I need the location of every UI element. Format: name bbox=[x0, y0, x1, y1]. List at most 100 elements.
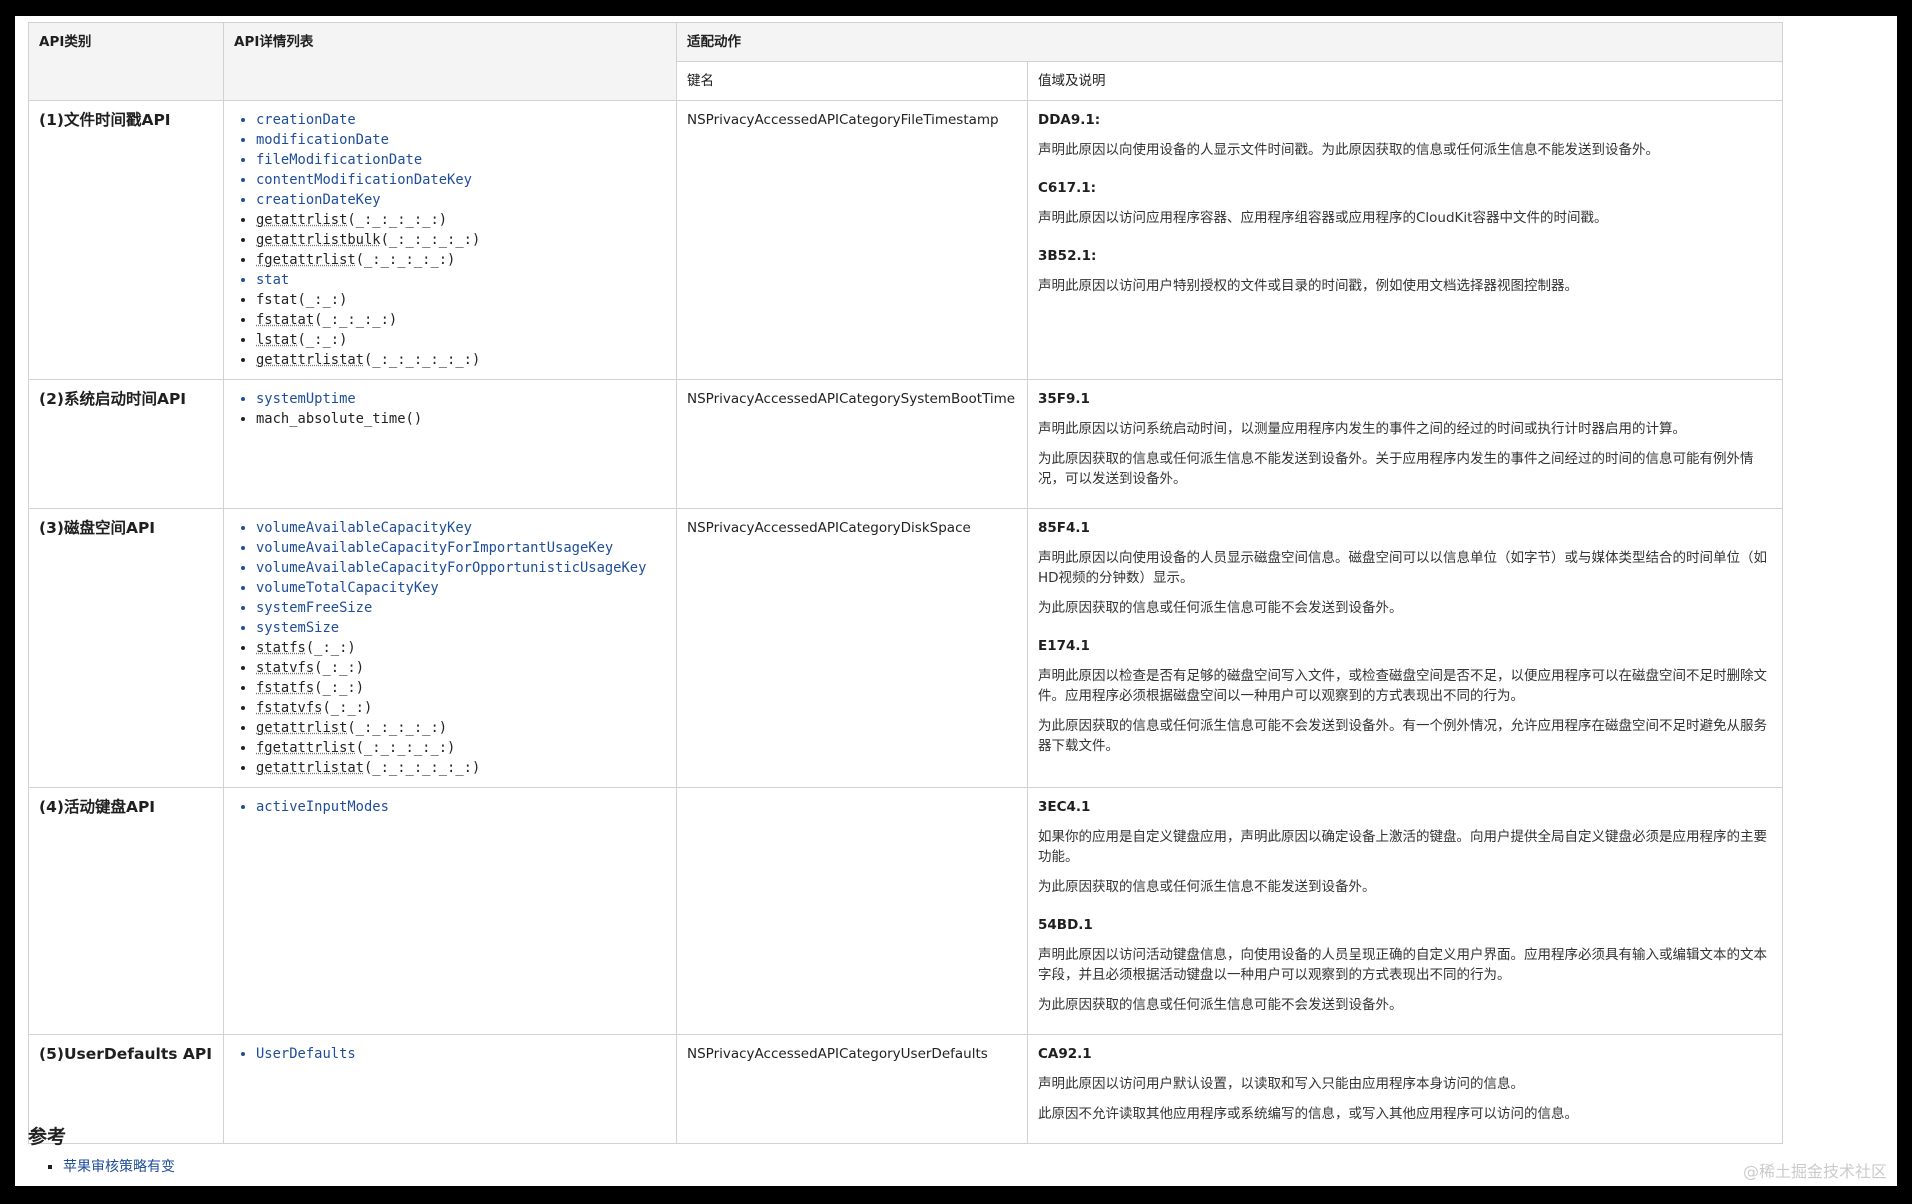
api-signature: (_:_:_:_:_:) bbox=[380, 232, 481, 248]
watermark: @稀土掘金技术社区 bbox=[1742, 1162, 1887, 1181]
reason-description: 声明此原因以访问用户默认设置，以读取和写入只能由应用程序本身访问的信息。 bbox=[1038, 1076, 1524, 1092]
privacy-api-table: API类别 API详情列表 适配动作 键名 值域及说明 (1)文件时间戳APIc… bbox=[28, 22, 1783, 1144]
header-values: 值域及说明 bbox=[1027, 61, 1783, 101]
api-signature: (_:_:_:_:_:) bbox=[347, 720, 448, 736]
table-row: (5)UserDefaults APIUserDefaultsNSPrivacy… bbox=[28, 1034, 1783, 1144]
reason-block: 3B52.1: 声明此原因以访问用户特别授权的文件或目录的时间戳，例如使用文档选择… bbox=[1038, 246, 1772, 296]
api-item[interactable]: modificationDate bbox=[256, 130, 666, 150]
table-row: (1)文件时间戳API creationDate modificationDate f… bbox=[28, 100, 1783, 380]
api-item[interactable]: fstatat(_:_:_:_:) bbox=[256, 310, 666, 330]
api-category-cell: (3)磁盘空间API bbox=[28, 508, 224, 788]
api-signature: (_:_:) bbox=[297, 332, 348, 348]
reason-block: C617.1: 声明此原因以访问应用程序容器、应用程序组容器或应用程序的Cloud… bbox=[1038, 178, 1772, 228]
references-heading: 参考 bbox=[28, 1126, 67, 1148]
reason-block: 3EC4.1 如果你的应用是自定义键盘应用，声明此原因以确定设备上激活的键盘。向用… bbox=[1038, 797, 1772, 897]
reason-code: 3B52.1: bbox=[1038, 248, 1097, 264]
api-item[interactable]: fgetattrlist(_:_:_:_:_:) bbox=[256, 738, 666, 758]
api-signature: (_:_:) bbox=[314, 680, 364, 696]
reason-code: DDA9.1: bbox=[1038, 112, 1101, 128]
api-signature: (_:_:_:_:) bbox=[314, 312, 398, 328]
api-item: mach_absolute_time() bbox=[256, 409, 666, 429]
api-name: mach_absolute_time() bbox=[256, 411, 423, 427]
api-item[interactable]: stat bbox=[256, 270, 666, 290]
api-signature: (_:_:_:_:_:) bbox=[347, 212, 448, 228]
api-item[interactable]: fstatfs(_:_:) bbox=[256, 678, 666, 698]
api-item[interactable]: systemUptime bbox=[256, 389, 666, 409]
api-signature: (_:_:_:_:_:_:) bbox=[363, 760, 481, 776]
api-item[interactable]: activeInputModes bbox=[256, 797, 666, 817]
header-action: 适配动作 bbox=[676, 22, 1783, 62]
reason-block: CA92.1 声明此原因以访问用户默认设置，以读取和写入只能由应用程序本身访问的信… bbox=[1038, 1044, 1772, 1124]
api-item[interactable]: contentModificationDateKey bbox=[256, 170, 666, 190]
api-name: contentModificationDateKey bbox=[256, 172, 472, 188]
reason-block: 54BD.1 声明此原因以访问活动键盘信息，向使用设备的人员呈现正确的自定义用户界… bbox=[1038, 915, 1772, 1015]
reason-block: 35F9.1 声明此原因以访问系统启动时间，以测量应用程序内发生的事件之间的经过的… bbox=[1038, 389, 1772, 489]
header-api-list: API详情列表 bbox=[223, 22, 677, 101]
api-list-cell: creationDate modificationDate fileModifica… bbox=[223, 100, 677, 380]
api-list-cell: systemUptime mach_absolute_time() bbox=[223, 379, 677, 509]
api-item[interactable]: getattrlistat(_:_:_:_:_:_:) bbox=[256, 350, 666, 370]
header-api-category: API类别 bbox=[28, 22, 224, 101]
api-item[interactable]: volumeTotalCapacityKey bbox=[256, 578, 666, 598]
api-list-cell: activeInputModes bbox=[223, 787, 677, 1035]
api-item[interactable]: statfs(_:_:) bbox=[256, 638, 666, 658]
reason-description: 声明此原因以访问活动键盘信息，向使用设备的人员呈现正确的自定义用户界面。应用程序… bbox=[1038, 947, 1767, 983]
reason-description: 声明此原因以访问应用程序容器、应用程序组容器或应用程序的CloudKit容器中文… bbox=[1038, 210, 1608, 226]
key-name-cell: NSPrivacyAccessedAPICategoryUserDefaults bbox=[676, 1034, 1028, 1144]
api-list: activeInputModes bbox=[234, 797, 666, 817]
api-category-cell: (4)活动键盘API bbox=[28, 787, 224, 1035]
api-item[interactable]: fileModificationDate bbox=[256, 150, 666, 170]
api-item[interactable]: systemSize bbox=[256, 618, 666, 638]
api-name: fstatat bbox=[256, 312, 315, 328]
reference-link[interactable]: 苹果审核策略有变 bbox=[63, 1159, 175, 1175]
key-name-cell bbox=[676, 787, 1028, 1035]
api-name: creationDateKey bbox=[256, 192, 381, 208]
api-name: fgetattrlist bbox=[256, 252, 356, 268]
reason-description: 为此原因获取的信息或任何派生信息不能发送到设备外。关于应用程序内发生的事件之间经… bbox=[1038, 451, 1754, 487]
api-item[interactable]: getattrlist(_:_:_:_:_:) bbox=[256, 210, 666, 230]
api-name: fstatvfs bbox=[256, 700, 323, 716]
api-item[interactable]: systemFreeSize bbox=[256, 598, 666, 618]
reason-description: 为此原因获取的信息或任何派生信息可能不会发送到设备外。 bbox=[1038, 997, 1403, 1013]
reason-block: 85F4.1 声明此原因以向使用设备的人员显示磁盘空间信息。磁盘空间可以以信息单位… bbox=[1038, 518, 1772, 618]
api-signature: (_:_:) bbox=[305, 640, 356, 656]
api-name: UserDefaults bbox=[256, 1046, 356, 1062]
reason-description: 如果你的应用是自定义键盘应用，声明此原因以确定设备上激活的键盘。向用户提供全局自… bbox=[1038, 829, 1767, 865]
api-name: creationDate bbox=[256, 112, 356, 128]
api-name: volumeAvailableCapacityForImportantUsage… bbox=[256, 540, 614, 556]
api-item[interactable]: creationDate bbox=[256, 110, 666, 130]
api-item[interactable]: getattrlist(_:_:_:_:_:) bbox=[256, 718, 666, 738]
values-cell: DDA9.1: 声明此原因以向使用设备的人显示文件时间戳。为此原因获取的信息或任何… bbox=[1027, 100, 1783, 380]
values-cell: CA92.1 声明此原因以访问用户默认设置，以读取和写入只能由应用程序本身访问的信… bbox=[1027, 1034, 1783, 1144]
reason-code: 54BD.1 bbox=[1038, 917, 1093, 933]
api-name: volumeAvailableCapacityForOpportunisticU… bbox=[256, 560, 647, 576]
api-item: fstat(_:_:) bbox=[256, 290, 666, 310]
api-name: lstat bbox=[256, 332, 298, 348]
api-list: creationDate modificationDate fileModifica… bbox=[234, 110, 666, 370]
reason-description: 为此原因获取的信息或任何派生信息可能不会发送到设备外。 bbox=[1038, 600, 1403, 616]
api-item[interactable]: getattrlistbulk(_:_:_:_:_:) bbox=[256, 230, 666, 250]
reason-code: 85F4.1 bbox=[1038, 520, 1090, 536]
table-row: (4)活动键盘API activeInputModes 3EC4.1 如果你的应用是自… bbox=[28, 787, 1783, 1035]
api-item[interactable]: statvfs(_:_:) bbox=[256, 658, 666, 678]
reason-description: 此原因不允许读取其他应用程序或系统编写的信息，或写入其他应用程序可以访问的信息。 bbox=[1038, 1106, 1578, 1122]
api-name: systemFreeSize bbox=[256, 600, 373, 616]
api-item[interactable]: getattrlistat(_:_:_:_:_:_:) bbox=[256, 758, 666, 778]
api-name: systemUptime bbox=[256, 391, 356, 407]
api-name: volumeAvailableCapacityKey bbox=[256, 520, 472, 536]
reason-description: 声明此原因以检查是否有足够的磁盘空间写入文件，或检查磁盘空间是否不足，以便应用程… bbox=[1038, 668, 1767, 704]
api-item[interactable]: volumeAvailableCapacityKey bbox=[256, 518, 666, 538]
values-cell: 85F4.1 声明此原因以向使用设备的人员显示磁盘空间信息。磁盘空间可以以信息单位… bbox=[1027, 508, 1783, 788]
api-item[interactable]: fstatvfs(_:_:) bbox=[256, 698, 666, 718]
document-page: API类别 API详情列表 适配动作 键名 值域及说明 (1)文件时间戳APIc… bbox=[15, 16, 1897, 1186]
api-name: statvfs bbox=[256, 660, 315, 676]
api-name: fileModificationDate bbox=[256, 152, 423, 168]
api-item[interactable]: lstat(_:_:) bbox=[256, 330, 666, 350]
api-list-cell: volumeAvailableCapacityKey volumeAvailabl… bbox=[223, 508, 677, 788]
api-item[interactable]: fgetattrlist(_:_:_:_:_:) bbox=[256, 250, 666, 270]
header-key-name: 键名 bbox=[676, 61, 1028, 101]
api-item[interactable]: creationDateKey bbox=[256, 190, 666, 210]
api-item[interactable]: UserDefaults bbox=[256, 1044, 666, 1064]
api-item[interactable]: volumeAvailableCapacityForImportantUsage… bbox=[256, 538, 666, 558]
api-item[interactable]: volumeAvailableCapacityForOpportunisticU… bbox=[256, 558, 666, 578]
